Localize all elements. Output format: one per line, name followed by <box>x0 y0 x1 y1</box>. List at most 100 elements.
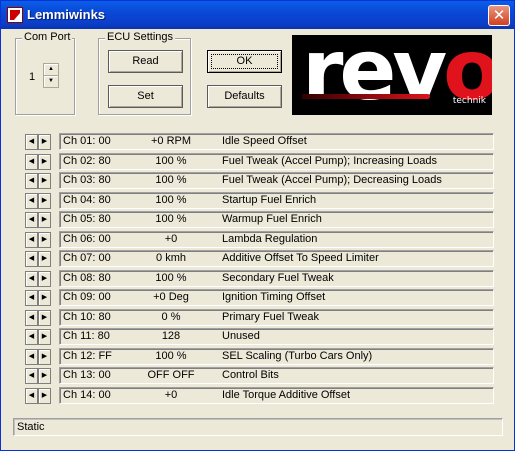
channel-cell: Ch 10: 80 0 % Primary Fuel Tweak <box>59 308 494 326</box>
channel-description: Additive Offset To Speed Limiter <box>222 252 379 264</box>
channel-row: ◀ ▶ Ch 05: 80 100 % Warmup Fuel Enrich <box>25 211 494 231</box>
increment-button[interactable]: ▶ <box>38 290 51 306</box>
channel-cell: Ch 04: 80 100 % Startup Fuel Enrich <box>59 191 494 209</box>
com-port-spinner[interactable]: ▲ ▼ <box>43 63 59 88</box>
arrow-right-icon: ▶ <box>41 352 48 360</box>
channel-row: ◀ ▶ Ch 08: 80 100 % Secondary Fuel Tweak <box>25 269 494 290</box>
decrement-button[interactable]: ◀ <box>25 348 38 365</box>
revo-logo: revo technik <box>292 35 492 115</box>
arrow-left-icon: ◀ <box>28 274 35 282</box>
decrement-button[interactable]: ◀ <box>25 192 38 209</box>
arrow-left-icon: ◀ <box>28 196 35 204</box>
focus-rect <box>211 54 278 69</box>
channel-cell: Ch 08: 80 100 % Secondary Fuel Tweak <box>59 269 494 287</box>
decrement-button[interactable]: ◀ <box>25 231 38 248</box>
channel-row: ◀ ▶ Ch 11: 80 128 Unused <box>25 328 494 348</box>
channel-cell: Ch 11: 80 128 Unused <box>59 328 494 345</box>
decrement-button[interactable]: ◀ <box>25 212 38 228</box>
channel-row: ◀ ▶ Ch 13: 00 OFF OFF Control Bits <box>25 367 494 387</box>
channel-id: Ch 03: 80 <box>63 174 111 186</box>
read-button[interactable]: Read <box>108 50 183 73</box>
arrow-up-icon: ▲ <box>48 66 54 72</box>
decrement-button[interactable]: ◀ <box>25 134 38 150</box>
channel-cell: Ch 09: 00 +0 Deg Ignition Timing Offset <box>59 289 494 306</box>
channel-cell: Ch 06: 00 +0 Lambda Regulation <box>59 230 494 248</box>
arrow-left-icon: ◀ <box>28 255 35 262</box>
channel-id: Ch 04: 80 <box>63 193 111 206</box>
channel-value: +0 Deg <box>153 291 189 303</box>
increment-button[interactable]: ▶ <box>38 387 51 404</box>
channel-id: Ch 01: 00 <box>63 135 111 147</box>
decrement-button[interactable]: ◀ <box>25 329 38 345</box>
com-port-label: Com Port <box>22 31 73 43</box>
increment-button[interactable]: ▶ <box>38 368 51 384</box>
decrement-button[interactable]: ◀ <box>25 173 38 189</box>
decrement-button[interactable]: ◀ <box>25 251 38 267</box>
channel-id: Ch 07: 00 <box>63 252 111 264</box>
channel-cell: Ch 13: 00 OFF OFF Control Bits <box>59 367 494 384</box>
increment-button[interactable]: ▶ <box>38 309 51 326</box>
window-title: Lemmiwinks <box>27 7 106 22</box>
channel-id: Ch 13: 00 <box>63 369 111 381</box>
arrow-right-icon: ▶ <box>41 313 48 321</box>
decrement-button[interactable]: ◀ <box>25 387 38 404</box>
channel-description: Idle Speed Offset <box>222 135 307 147</box>
increment-button[interactable]: ▶ <box>38 329 51 345</box>
arrow-left-icon: ◀ <box>28 138 35 145</box>
channel-cell: Ch 02: 80 100 % Fuel Tweak (Accel Pump); I… <box>59 152 494 170</box>
channel-description: Secondary Fuel Tweak <box>222 271 334 284</box>
ecu-settings-label: ECU Settings <box>105 31 176 43</box>
close-button[interactable]: ✕ <box>488 5 510 26</box>
increment-button[interactable]: ▶ <box>38 173 51 189</box>
increment-button[interactable]: ▶ <box>38 231 51 248</box>
defaults-button[interactable]: Defaults <box>207 85 282 108</box>
arrow-left-icon: ◀ <box>28 391 35 399</box>
channel-cell: Ch 05: 80 100 % Warmup Fuel Enrich <box>59 211 494 228</box>
channel-description: Lambda Regulation <box>222 232 318 245</box>
arrow-right-icon: ▶ <box>41 177 48 184</box>
channel-row: ◀ ▶ Ch 03: 80 100 % Fuel Tweak (Accel Pump);… <box>25 172 494 192</box>
channel-description: Ignition Timing Offset <box>222 291 326 303</box>
channel-id: Ch 11: 80 <box>63 330 110 342</box>
channel-id: Ch 14: 00 <box>63 388 111 401</box>
status-bar: Static <box>13 418 503 436</box>
spin-down-button[interactable]: ▼ <box>43 75 59 88</box>
channel-id: Ch 10: 80 <box>63 310 111 323</box>
channel-value: +0 RPM <box>150 135 192 147</box>
channel-description: Unused <box>222 330 260 342</box>
decrement-button[interactable]: ◀ <box>25 270 38 287</box>
arrow-right-icon: ▶ <box>41 255 48 262</box>
arrow-right-icon: ▶ <box>41 157 48 165</box>
decrement-button[interactable]: ◀ <box>25 309 38 326</box>
decrement-button[interactable]: ◀ <box>25 153 38 170</box>
increment-button[interactable]: ▶ <box>38 251 51 267</box>
increment-button[interactable]: ▶ <box>38 270 51 287</box>
channel-description: Idle Torque Additive Offset <box>222 388 351 401</box>
increment-button[interactable]: ▶ <box>38 134 51 150</box>
arrow-left-icon: ◀ <box>28 216 35 223</box>
set-button[interactable]: Set <box>108 85 183 108</box>
channel-value: 100 % <box>155 193 187 206</box>
arrow-right-icon: ▶ <box>41 216 48 223</box>
arrow-left-icon: ◀ <box>28 294 35 301</box>
arrow-left-icon: ◀ <box>28 333 35 340</box>
channel-value: 100 % <box>155 174 187 186</box>
channel-description: Fuel Tweak (Accel Pump); Increasing Load… <box>222 154 438 167</box>
decrement-button[interactable]: ◀ <box>25 290 38 306</box>
increment-button[interactable]: ▶ <box>38 153 51 170</box>
decrement-button[interactable]: ◀ <box>25 368 38 384</box>
title-bar[interactable]: Lemmiwinks ✕ <box>1 1 514 29</box>
arrow-right-icon: ▶ <box>41 333 48 340</box>
channel-value: +0 <box>164 232 178 245</box>
status-text: Static <box>17 421 45 433</box>
increment-button[interactable]: ▶ <box>38 212 51 228</box>
channel-value: +0 <box>164 388 178 401</box>
channel-id: Ch 12: FF <box>63 349 112 362</box>
channel-row: ◀ ▶ Ch 09: 00 +0 Deg Ignition Timing Offset <box>25 289 494 309</box>
increment-button[interactable]: ▶ <box>38 192 51 209</box>
channel-description: Warmup Fuel Enrich <box>222 213 322 225</box>
increment-button[interactable]: ▶ <box>38 348 51 365</box>
app-icon[interactable] <box>7 7 23 23</box>
channel-description: SEL Scaling (Turbo Cars Only) <box>222 349 373 362</box>
ok-button[interactable]: OK <box>207 50 282 73</box>
